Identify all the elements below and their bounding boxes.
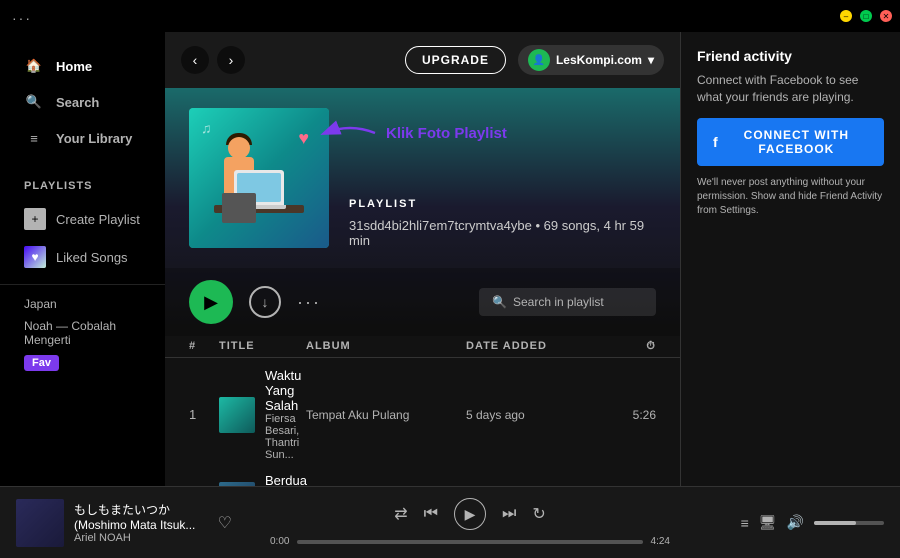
playlist-info: PLAYLIST 31sdd4bi2hli7em7tcrymtva4ybe • … <box>349 158 656 248</box>
search-icon: 🔍 <box>24 92 44 112</box>
track-thumbnail-1 <box>219 397 255 433</box>
liked-songs-icon: ♥ <box>24 246 46 268</box>
sidebar-divider <box>0 284 165 285</box>
table-row[interactable]: 1 Waktu Yang Salah Fiersa Besari, Thantr… <box>165 362 680 467</box>
play-button[interactable]: ▶ <box>189 280 233 324</box>
duration-header-icon: ⏱ <box>596 340 656 353</box>
annotation-text: Klik Foto Playlist <box>386 125 507 142</box>
track-list-header: # TITLE ALBUM DATE ADDED ⏱ <box>165 336 680 358</box>
topbar: ‹ › UPGRADE 👤 LesKompi.com ▾ <box>165 32 680 88</box>
friend-activity-desc: Connect with Facebook to see what your f… <box>697 72 884 106</box>
track-info-2: Berdua Saja Payung Teduh... <box>219 473 307 486</box>
like-track-button[interactable]: ♡ <box>214 509 236 537</box>
titlebar: ··· – □ ✕ <box>0 0 900 32</box>
search-playlist-container[interactable]: 🔍 <box>479 288 656 316</box>
previous-button[interactable]: ⏮ <box>424 505 438 523</box>
search-playlist-input[interactable] <box>513 295 643 309</box>
now-playing-info: もしもまたいつか (Moshimo Mata Itsuk... Ariel NO… <box>74 501 204 544</box>
annotation-arrow <box>320 118 380 148</box>
sidebar-item-search[interactable]: 🔍 Search <box>12 84 153 120</box>
head-deco <box>228 137 250 159</box>
topbar-right: UPGRADE 👤 LesKompi.com ▾ <box>405 45 664 75</box>
window-controls: – □ ✕ <box>840 10 892 22</box>
friend-activity-title: Friend activity <box>697 48 884 64</box>
repeat-button[interactable]: ↻ <box>532 504 545 524</box>
device-icon[interactable]: 🖥 <box>759 514 777 531</box>
playlist-id: 31sdd4bi2hli7em7tcrymtva4ybe • 69 songs,… <box>349 218 656 248</box>
playlists-section-title: PLAYLISTS <box>0 164 165 200</box>
upgrade-button[interactable]: UPGRADE <box>405 46 506 74</box>
forward-button[interactable]: › <box>217 46 245 74</box>
annotation: Klik Foto Playlist <box>320 118 507 148</box>
sidebar-nav: 🏠 Home 🔍 Search ≡ Your Library <box>0 40 165 164</box>
now-playing-right: ≡ 🖥 🔊 <box>704 514 884 531</box>
fb-disclaimer: We'll never post anything without your p… <box>697 176 884 218</box>
main-content: ♫ ♥ <box>165 88 680 486</box>
now-playing-bar: もしもまたいつか (Moshimo Mata Itsuk... Ariel NO… <box>0 486 900 558</box>
download-button[interactable]: ↓ <box>249 286 281 318</box>
back-button[interactable]: ‹ <box>181 46 209 74</box>
close-button[interactable]: ✕ <box>880 10 892 22</box>
player-controls: ⇄ ⏮ ▶ ⏭ ↻ <box>394 498 546 530</box>
progress-bar-wrapper: 0:00 4:24 <box>270 536 670 547</box>
minimize-button[interactable]: – <box>840 10 852 22</box>
more-options-button[interactable]: ··· <box>297 292 321 313</box>
person-illustration <box>204 123 314 233</box>
track-info-1: Waktu Yang Salah Fiersa Besari, Thantri … <box>219 368 306 461</box>
sidebar-item-library[interactable]: ≡ Your Library <box>12 120 153 156</box>
playlist-type-label: PLAYLIST <box>349 198 656 210</box>
user-avatar: 👤 <box>528 49 550 71</box>
now-playing-center: ⇄ ⏮ ▶ ⏭ ↻ 0:00 4:24 <box>236 498 704 547</box>
facebook-icon: f <box>713 134 719 150</box>
chair-deco <box>222 193 256 223</box>
cover-art: ♫ ♥ <box>189 108 329 248</box>
connect-facebook-button[interactable]: f CONNECT WITH FACEBOOK <box>697 118 884 166</box>
next-button[interactable]: ⏭ <box>502 505 516 523</box>
playlist-cover[interactable]: ♫ ♥ <box>189 108 329 248</box>
fav-badge[interactable]: Fav <box>24 355 59 371</box>
now-playing-thumbnail <box>16 499 64 547</box>
maximize-button[interactable]: □ <box>860 10 872 22</box>
volume-icon[interactable]: 🔊 <box>787 514 804 531</box>
table-row[interactable]: 2 Berdua Saja Payung Teduh... Dunia Bata… <box>165 467 680 486</box>
playlist-header: ♫ ♥ <box>165 88 680 268</box>
library-icon: ≡ <box>24 128 44 148</box>
progress-bar[interactable] <box>297 540 642 544</box>
sidebar-item-home[interactable]: 🏠 Home <box>12 48 153 84</box>
nav-arrows: ‹ › <box>181 46 245 74</box>
home-icon: 🏠 <box>24 56 44 76</box>
create-playlist-item[interactable]: + Create Playlist <box>0 200 165 238</box>
create-playlist-icon: + <box>24 208 46 230</box>
user-menu-button[interactable]: 👤 LesKompi.com ▾ <box>518 45 664 75</box>
shuffle-button[interactable]: ⇄ <box>394 504 407 524</box>
app-body: 🏠 Home 🔍 Search ≡ Your Library PLAYLISTS… <box>0 32 900 486</box>
content-wrapper: ‹ › UPGRADE 👤 LesKompi.com ▾ <box>165 32 900 486</box>
play-pause-button[interactable]: ▶ <box>454 498 486 530</box>
queue-icon[interactable]: ≡ <box>741 515 749 531</box>
search-icon-small: 🔍 <box>492 295 507 309</box>
playlist-toolbar: ▶ ↓ ··· 🔍 <box>165 268 680 336</box>
japan-label: Japan <box>0 293 165 315</box>
liked-songs-item[interactable]: ♥ Liked Songs <box>0 238 165 276</box>
noah-label: Noah — Cobalah Mengerti <box>0 315 165 349</box>
app-menu-dots[interactable]: ··· <box>12 10 32 26</box>
volume-fill <box>814 521 856 525</box>
sidebar: 🏠 Home 🔍 Search ≡ Your Library PLAYLISTS… <box>0 32 165 486</box>
friend-activity-panel: Friend activity Connect with Facebook to… <box>680 32 900 486</box>
volume-bar[interactable] <box>814 521 884 525</box>
now-playing-left: もしもまたいつか (Moshimo Mata Itsuk... Ariel NO… <box>16 499 236 547</box>
